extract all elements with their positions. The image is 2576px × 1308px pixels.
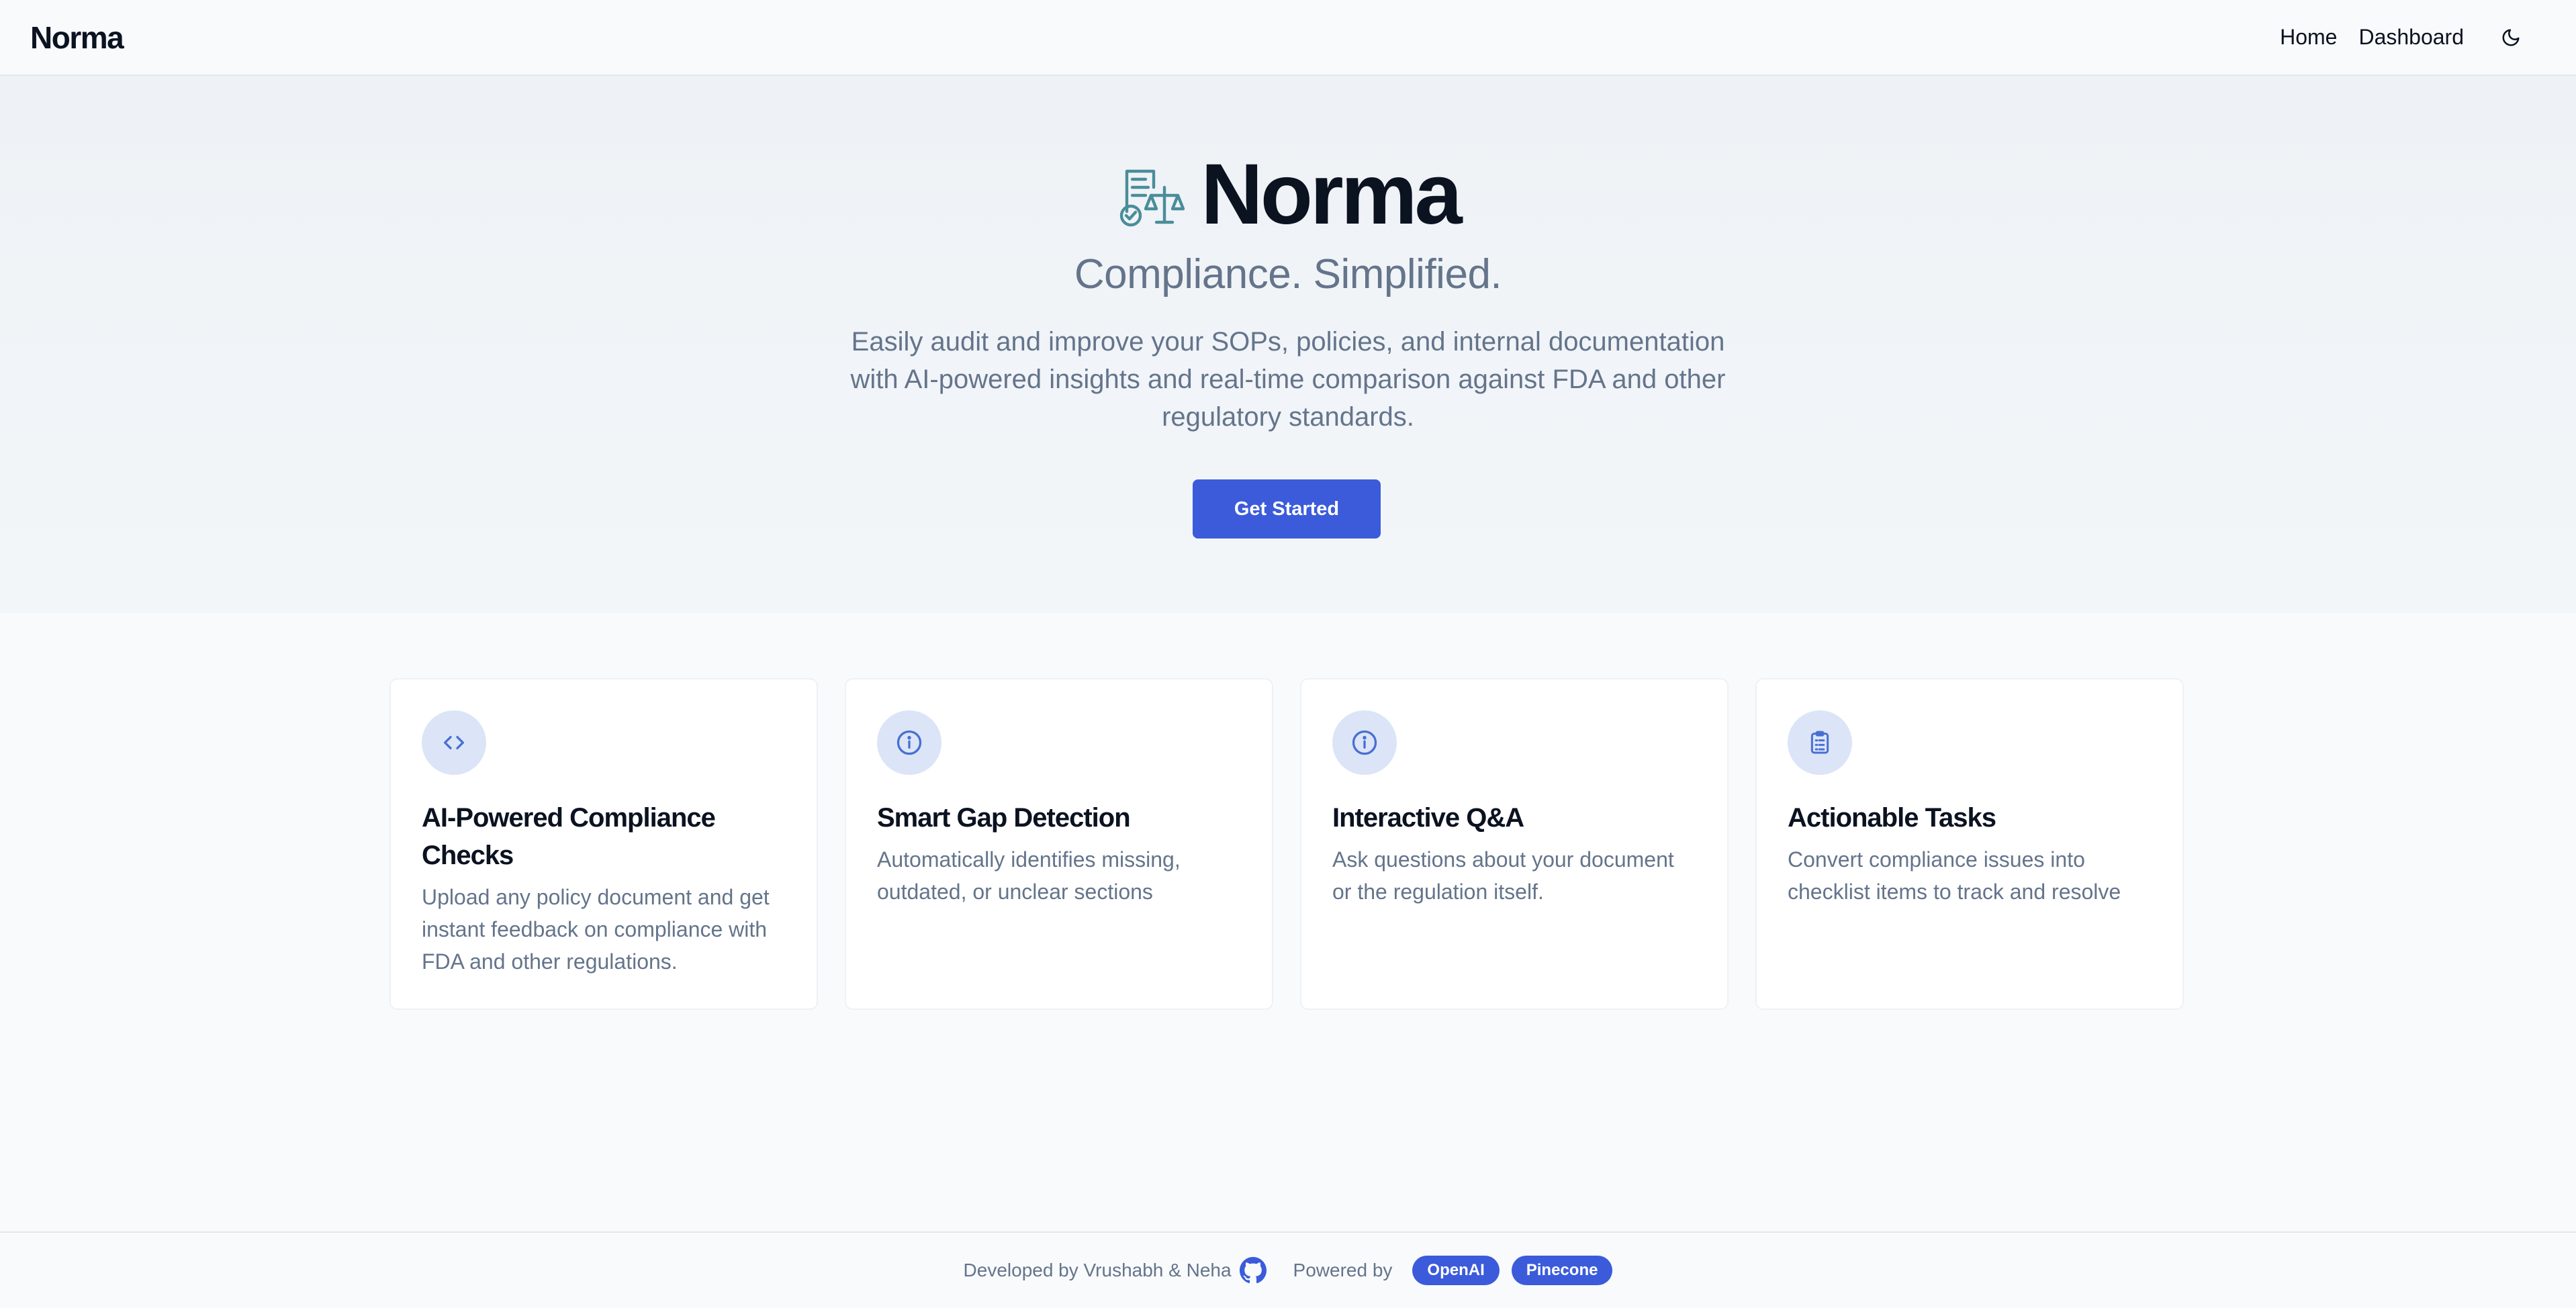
nav-dashboard-link[interactable]: Dashboard (2358, 25, 2464, 50)
hero-section: Norma Compliance. Simplified. Easily aud… (0, 76, 2576, 613)
developed-by-text: Developed by Vrushabh & Neha (963, 1260, 1232, 1280)
feature-title: AI-Powered Compliance Checks (422, 803, 716, 870)
footer: Developed by Vrushabh & Neha Powered by … (0, 1231, 2576, 1308)
brand-logo[interactable]: Norma (30, 19, 124, 56)
feature-description: Automatically identifies missing, outdat… (877, 847, 1181, 904)
openai-badge[interactable]: OpenAI (1412, 1256, 1500, 1285)
clipboard-icon (1788, 710, 1852, 775)
feature-card-gap-detection: Smart Gap Detection Automatically identi… (845, 678, 1273, 1010)
feature-card-tasks: Actionable Tasks Convert compliance issu… (1755, 678, 2184, 1010)
feature-title: Smart Gap Detection (877, 803, 1131, 833)
feature-card-qa: Interactive Q&A Ask questions about your… (1300, 678, 1729, 1010)
github-icon[interactable] (1239, 1257, 1267, 1284)
document-scale-icon (1120, 169, 1185, 227)
features-section: AI-Powered Compliance Checks Upload any … (389, 678, 2184, 1010)
nav-links: Home Dashboard (2258, 17, 2546, 58)
nav-home-link[interactable]: Home (2280, 25, 2337, 50)
feature-description: Upload any policy document and get insta… (422, 885, 770, 974)
powered-by-text: Powered by (1293, 1260, 1393, 1280)
hero-title: Norma (1201, 146, 1462, 242)
code-icon (422, 710, 486, 775)
info-icon (1332, 710, 1397, 775)
hero-description: Easily audit and improve your SOPs, poli… (850, 327, 1726, 432)
info-icon (877, 710, 941, 775)
feature-description: Convert compliance issues into checklist… (1788, 847, 2121, 904)
feature-description: Ask questions about your document or the… (1332, 847, 1674, 904)
hero-title-row: Norma (0, 146, 2576, 242)
feature-card-ai-compliance: AI-Powered Compliance Checks Upload any … (389, 678, 818, 1010)
feature-title: Actionable Tasks (1788, 803, 1996, 833)
feature-title: Interactive Q&A (1332, 803, 1524, 833)
pinecone-badge[interactable]: Pinecone (1511, 1256, 1613, 1285)
get-started-button[interactable]: Get Started (1193, 479, 1381, 539)
hero-tagline: Compliance. Simplified. (1074, 251, 1502, 297)
moon-icon (2502, 29, 2520, 46)
navbar: Norma Home Dashboard (0, 0, 2576, 76)
theme-toggle-button[interactable] (2491, 17, 2531, 58)
